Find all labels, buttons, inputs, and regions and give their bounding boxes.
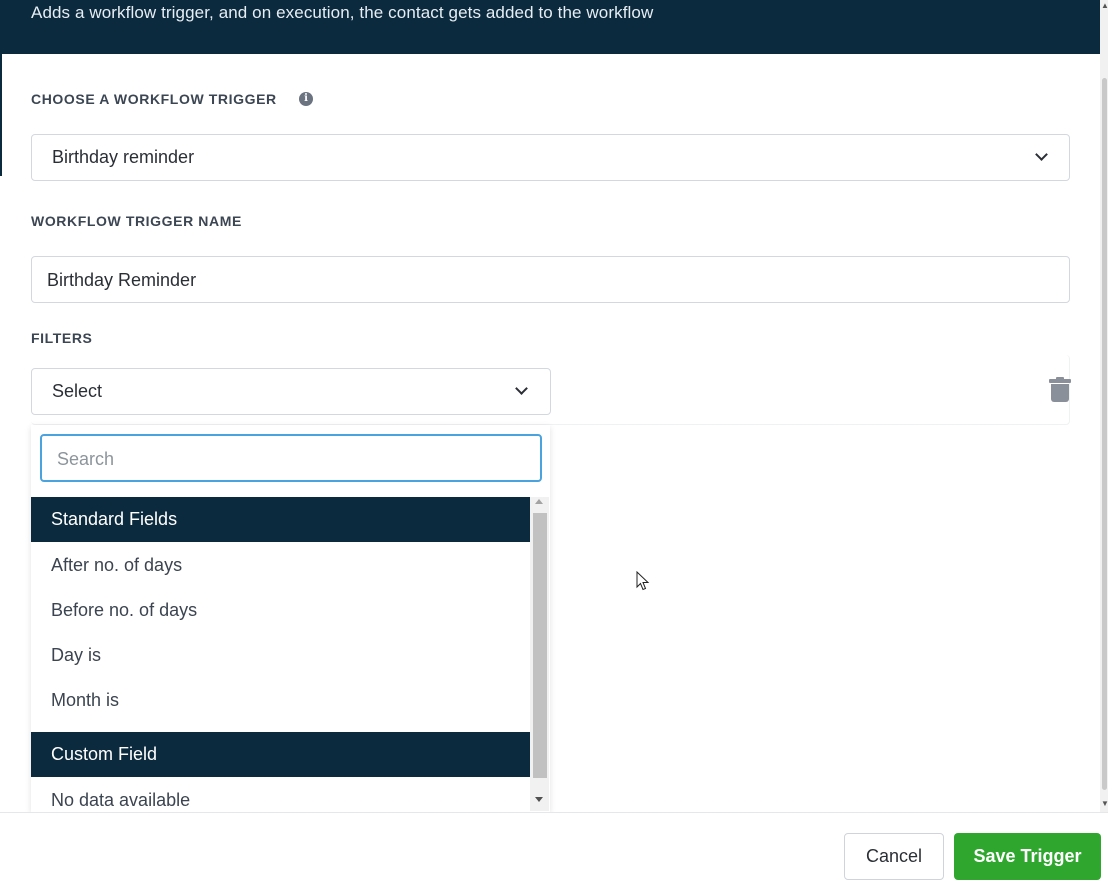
scroll-down-icon[interactable] — [535, 797, 543, 802]
chevron-down-icon — [1035, 148, 1048, 161]
search-placeholder: Search — [57, 449, 115, 469]
trash-icon[interactable] — [1049, 377, 1071, 403]
filter-select-value: Select — [52, 381, 103, 401]
dropdown-scrollbar-thumb[interactable] — [533, 513, 547, 778]
page-scroll-up-icon[interactable]: ▲ — [1101, 1, 1108, 10]
cancel-button[interactable]: Cancel — [844, 833, 944, 880]
group-header-standard-fields: Standard Fields — [31, 497, 530, 542]
search-input[interactable]: Search — [40, 434, 542, 482]
filter-select[interactable]: Select — [31, 368, 551, 415]
trigger-select-label: CHOOSE A WORKFLOW TRIGGER — [31, 91, 277, 107]
trigger-name-value: Birthday Reminder — [47, 270, 197, 290]
option-month-is[interactable]: Month is — [51, 690, 119, 711]
trigger-name-label: WORKFLOW TRIGGER NAME — [31, 213, 242, 229]
group-header-custom-field: Custom Field — [31, 732, 530, 777]
option-day-is[interactable]: Day is — [51, 645, 101, 666]
header-description: Adds a workflow trigger, and on executio… — [31, 3, 654, 22]
chevron-down-icon — [515, 382, 528, 395]
save-trigger-button[interactable]: Save Trigger — [954, 833, 1101, 880]
page-scrollbar[interactable] — [1100, 0, 1108, 812]
modal-header: Adds a workflow trigger, and on executio… — [0, 0, 1100, 54]
filters-label: FILTERS — [31, 330, 93, 346]
mouse-cursor-icon — [636, 571, 650, 591]
trigger-select[interactable]: Birthday reminder — [31, 134, 1070, 181]
scroll-up-icon[interactable] — [535, 499, 543, 504]
dropdown-scrollbar[interactable] — [530, 497, 549, 811]
trigger-select-value: Birthday reminder — [52, 147, 195, 167]
trigger-name-input[interactable]: Birthday Reminder — [31, 256, 1070, 303]
background-edge — [0, 54, 2, 176]
option-after-no-of-days[interactable]: After no. of days — [51, 555, 182, 576]
filter-dropdown: Search Standard Fields After no. of days… — [31, 425, 550, 812]
page-scroll-down-icon[interactable]: ▼ — [1101, 799, 1108, 808]
page-scrollbar-thumb[interactable] — [1102, 78, 1107, 790]
info-icon[interactable]: i — [299, 92, 313, 106]
option-before-no-of-days[interactable]: Before no. of days — [51, 600, 197, 621]
option-no-data: No data available — [51, 790, 191, 810]
